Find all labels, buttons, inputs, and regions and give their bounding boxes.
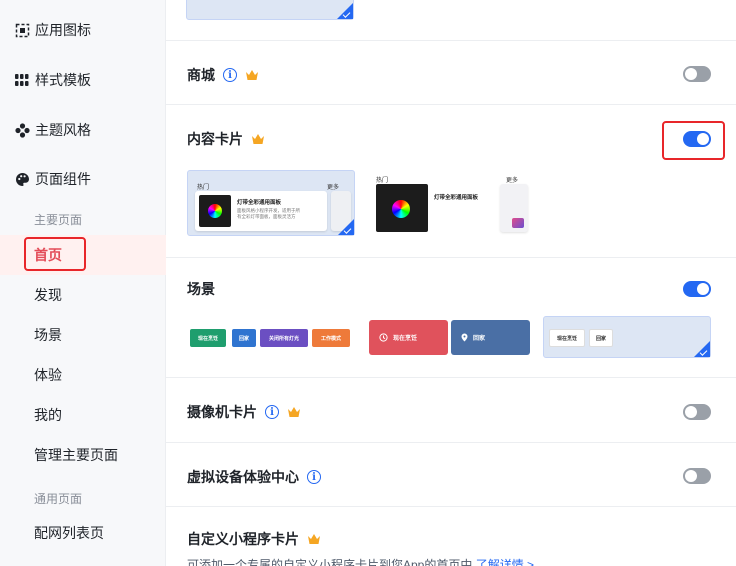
crown-icon — [308, 534, 320, 544]
mini-hot-label: 热门 — [376, 178, 389, 184]
section-title-text: 摄像机卡片 — [187, 404, 257, 420]
scene-toggle[interactable] — [683, 281, 711, 297]
sidebar-item-label: 样式模板 — [35, 72, 91, 88]
info-icon[interactable]: i — [265, 405, 279, 419]
check-icon — [694, 341, 710, 357]
sidebar-item-label: 场景 — [34, 327, 62, 343]
panel-image — [199, 195, 231, 227]
scene-big-card: 现在烹饪 — [369, 320, 448, 355]
section-title-mall: 商城 i — [187, 65, 259, 85]
color-wheel-icon — [208, 204, 222, 218]
section-camera-card: 摄像机卡片 i — [166, 378, 736, 443]
highlight-box-home — [24, 237, 86, 271]
scene-chip: 回家 — [589, 329, 613, 347]
mini-card-title: 灯带全彩通用面板 — [434, 195, 479, 201]
virtual-center-toggle[interactable] — [683, 468, 711, 484]
palette-icon — [14, 171, 30, 187]
mini-content-card: 灯带全彩通用面板 面板风格小程序开发，适用于所 有全彩灯带面板，面板灵活方 — [195, 191, 327, 231]
scene-style-3[interactable]: 现在烹饪 回家 — [543, 316, 711, 358]
mini-hot-label: 热门 — [197, 185, 210, 191]
clock-icon — [379, 333, 388, 342]
mall-toggle[interactable] — [683, 66, 711, 82]
mini-content-card-peek — [500, 184, 528, 232]
scene-chip: 工作模式 — [312, 329, 350, 347]
sidebar-item-experience[interactable]: 体验 — [0, 355, 166, 395]
custom-miniapp-desc: 可添加一个专属的自定义小程序卡片到您App的首页中 了解详情 > — [187, 556, 534, 566]
sidebar-item-network-list[interactable]: 配网列表页 — [0, 513, 166, 553]
grid-icon — [14, 72, 30, 88]
main-panel: 商城 i 内容卡片 热门 更多 灯带全彩通用面板 面板风格小程序开发，适用于所 … — [166, 0, 736, 566]
sidebar-item-theme[interactable]: 主题风格 — [0, 105, 166, 155]
highlight-box-content-card-toggle — [662, 121, 725, 160]
sidebar-item-app-icon[interactable]: 应用图标 — [0, 5, 166, 55]
section-title-text: 自定义小程序卡片 — [187, 531, 299, 547]
section-title-text: 商城 — [187, 67, 215, 83]
section-custom-miniapp: 自定义小程序卡片 可添加一个专属的自定义小程序卡片到您App的首页中 了解详情 … — [166, 507, 736, 566]
info-icon[interactable]: i — [307, 470, 321, 484]
sidebar-item-label: 页面组件 — [35, 171, 91, 187]
section-title-virtual-center: 虚拟设备体验中心 i — [187, 467, 321, 487]
app-icon — [14, 22, 30, 38]
section-title-text: 内容卡片 — [187, 131, 243, 147]
sidebar-item-label: 主题风格 — [35, 122, 91, 138]
check-icon — [337, 3, 353, 19]
scene-style-1[interactable]: 现在烹饪 回家 关闭所有灯光 工作模式 — [188, 326, 354, 350]
mini-card-desc-2: 有全彩灯带面板，面板灵活方 — [237, 214, 296, 219]
sidebar-item-mine[interactable]: 我的 — [0, 395, 166, 435]
sidebar-item-label: 配网列表页 — [34, 525, 104, 541]
mini-card-title: 灯带全彩通用面板 — [237, 200, 282, 206]
sidebar-item-discover[interactable]: 发现 — [0, 275, 166, 315]
learn-more-link[interactable]: 了解详情 > — [476, 558, 534, 566]
section-title-text: 虚拟设备体验中心 — [187, 469, 299, 485]
crown-icon — [252, 134, 264, 144]
sidebar: 应用图标 样式模板 主题风格 页面组件 主要页面 首页 发现 场景 体验 我的 … — [0, 0, 166, 566]
section-title-text: 场景 — [187, 281, 215, 297]
section-title-custom-miniapp: 自定义小程序卡片 — [187, 529, 321, 549]
scene-chip: 关闭所有灯光 — [260, 329, 308, 347]
scene-big-label: 现在烹饪 — [393, 336, 418, 342]
sidebar-item-manage-pages[interactable]: 管理主要页面 — [0, 435, 166, 475]
group-title-common-pages: 通用页面 — [34, 492, 83, 506]
scene-big-card: 回家 — [451, 320, 530, 355]
crown-icon — [288, 407, 300, 417]
group-title-main-pages: 主要页面 — [34, 213, 83, 227]
crown-icon — [246, 70, 258, 80]
section-content-card: 内容卡片 热门 更多 灯带全彩通用面板 面板风格小程序开发，适用于所 有全彩灯带… — [166, 105, 736, 258]
mini-more-label: 更多 — [327, 185, 340, 191]
sidebar-item-label: 我的 — [34, 407, 62, 423]
section-previous — [166, 0, 736, 41]
info-icon[interactable]: i — [223, 68, 237, 82]
scene-chip: 现在烹饪 — [549, 329, 585, 347]
sidebar-item-label: 发现 — [34, 287, 62, 303]
section-scene: 场景 现在烹饪 回家 关闭所有灯光 工作模式 现在烹饪 回家 现在烹饪 回家 — [166, 258, 736, 378]
section-title-content-card: 内容卡片 — [187, 129, 265, 149]
color-wheel-icon — [392, 200, 410, 218]
theme-icon — [14, 122, 30, 138]
content-card-style-1[interactable]: 热门 更多 灯带全彩通用面板 面板风格小程序开发，适用于所 有全彩灯带面板，面板… — [187, 170, 355, 236]
sidebar-item-page-components[interactable]: 页面组件 — [0, 154, 166, 204]
scene-style-2[interactable]: 现在烹饪 回家 — [369, 320, 530, 355]
sidebar-item-style-template[interactable]: 样式模板 — [0, 55, 166, 105]
sidebar-item-label: 管理主要页面 — [34, 447, 118, 463]
sidebar-item-scene[interactable]: 场景 — [0, 315, 166, 355]
camera-card-toggle[interactable] — [683, 404, 711, 420]
section-title-camera-card: 摄像机卡片 i — [187, 402, 301, 422]
selected-style-thumbnail[interactable] — [186, 0, 354, 20]
sidebar-item-label: 应用图标 — [35, 22, 91, 38]
scene-big-label: 回家 — [473, 336, 486, 342]
content-card-style-2[interactable]: 热门 更多 灯带全彩通用面板 — [372, 170, 532, 236]
section-title-scene: 场景 — [187, 279, 215, 299]
mini-more-label: 更多 — [506, 178, 519, 184]
panel-image — [376, 184, 428, 232]
custom-miniapp-desc-text: 可添加一个专属的自定义小程序卡片到您App的首页中 — [187, 558, 473, 566]
scene-chip: 现在烹饪 — [190, 329, 226, 347]
mini-content-card: 灯带全彩通用面板 — [430, 184, 496, 232]
location-icon — [461, 333, 468, 342]
check-icon — [338, 219, 354, 235]
section-mall: 商城 i — [166, 41, 736, 105]
scene-chip: 回家 — [232, 329, 256, 347]
sidebar-item-label: 体验 — [34, 367, 62, 383]
section-virtual-center: 虚拟设备体验中心 i — [166, 443, 736, 507]
